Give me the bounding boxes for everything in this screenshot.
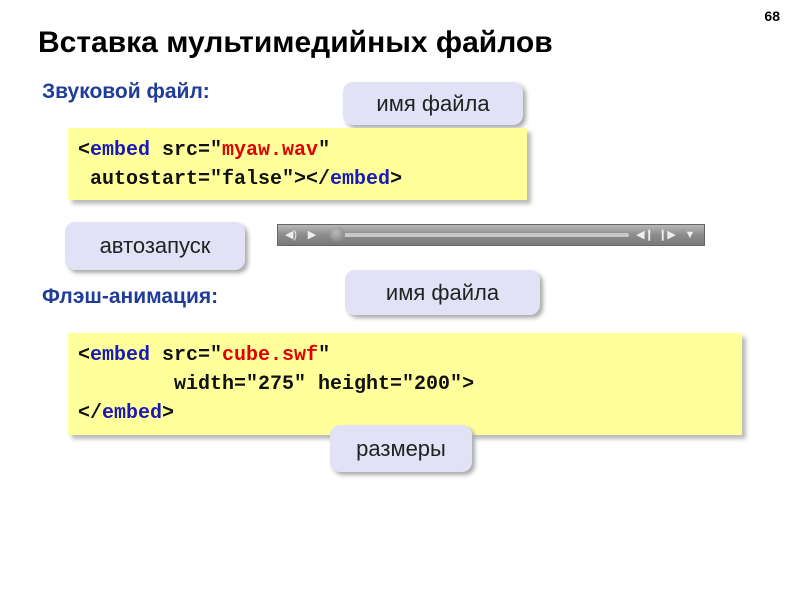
code-token: < [78,344,91,367]
callout-text: размеры [356,435,446,461]
code-token: autostart="false"></ [78,168,331,191]
code-tag: embed [330,168,391,191]
code-token: </ [78,402,103,425]
code-token: src=" [150,139,223,162]
menu-dropdown-icon[interactable]: ▼ [680,227,700,243]
callout-text: автозапуск [99,233,211,258]
code-token: > [390,168,403,191]
code-value: cube.swf [222,344,319,367]
code-tag: embed [90,344,151,367]
previous-icon[interactable]: ◀❙ [636,227,654,243]
flash-heading: Флэш-анимация: [42,285,219,308]
callout-text: имя файла [376,90,490,116]
callout-flash-filename: имя файла [345,270,540,315]
flash-code-block: <embed src="cube.swf" width="275" height… [68,333,742,435]
volume-icon[interactable]: ◀) [282,227,300,243]
callout-audio-filename: имя файла [343,82,523,125]
code-value: myaw.wav [222,139,319,162]
seek-bar[interactable] [333,233,629,237]
audio-heading: Звуковой файл: [42,80,210,103]
code-token: src=" [150,344,223,367]
audio-code-block: <embed src="myaw.wav" autostart="false">… [68,128,527,200]
media-player[interactable]: ◀) ▶ ◀❙ ❙▶ ▼ [277,224,705,246]
next-icon[interactable]: ❙▶ [658,227,676,243]
slide-title: Вставка мультимедийных файлов [38,26,553,59]
seek-handle[interactable] [330,227,345,242]
callout-text: имя файла [385,279,500,305]
code-tag: embed [102,402,163,425]
page-number: 68 [764,8,780,24]
play-icon[interactable]: ▶ [304,227,320,243]
code-token: width="275" height="200"> [78,373,475,396]
code-token: " [318,139,331,162]
code-token: > [162,402,175,425]
callout-autostart: автозапуск [65,222,245,270]
code-token: " [318,344,331,367]
callout-sizes: размеры [330,425,472,472]
code-token: < [78,139,91,162]
code-tag: embed [90,139,151,162]
